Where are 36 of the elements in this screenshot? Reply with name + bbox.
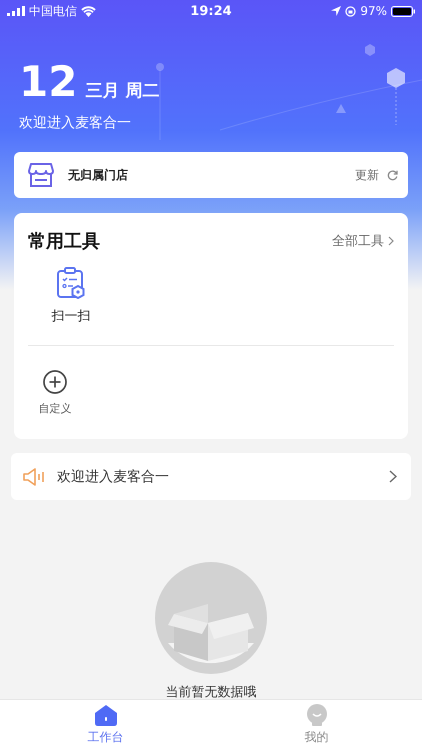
chevron-right-icon [388,236,394,246]
store-card[interactable]: 无归属门店 更新 [14,152,408,198]
status-time: 19:24 [190,4,232,18]
date-day: 12 [19,60,78,104]
empty-box-icon [154,561,268,675]
plus-circle-icon [43,370,67,394]
store-icon [28,163,54,187]
empty-message: 当前暂无数据哦 [166,684,256,701]
store-name: 无归属门店 [68,166,129,184]
clipboard-icon [56,267,86,299]
wifi-icon [81,6,96,16]
tab-item[interactable]: 我的 [211,700,422,750]
tool-button[interactable]: 扫一扫 [28,267,114,325]
tab-item[interactable]: 工作台 [0,700,211,750]
announcement-bar[interactable]: 欢迎进入麦客合一 [11,453,411,500]
signal-icon [7,6,25,16]
announcement-text: 欢迎进入麦客合一 [57,468,170,486]
welcome-text: 欢迎进入麦客合一 [19,114,131,132]
battery-percent: 97% [360,4,387,18]
triangle-shape [336,104,346,113]
hexagon-pin-drawing [387,68,405,126]
location-arrow-icon [331,6,342,16]
hexagon-shape [365,44,375,56]
month-weekday: 三月 周二 [85,80,160,102]
customize-button[interactable]: 自定义 [28,370,82,416]
section-title: 常用工具 [28,230,100,253]
home-icon [94,704,116,726]
chevron-right-icon [389,470,397,483]
update-button[interactable]: 更新 [355,166,398,184]
refresh-icon [387,170,398,180]
smiley-avatar-icon [306,704,328,726]
rotation-lock-icon [345,6,356,16]
battery-icon [390,6,415,16]
speaker-icon [23,468,45,486]
all-tools-link[interactable]: 全部工具 [332,232,394,250]
carrier-name: 中国电信 [29,2,77,20]
